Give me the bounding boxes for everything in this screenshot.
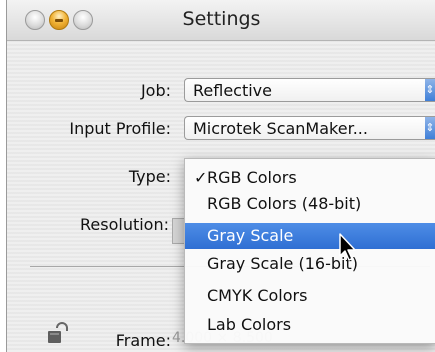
menu-item-label: Lab Colors	[207, 315, 292, 334]
menu-item-lab-colors[interactable]: Lab Colors	[185, 312, 435, 338]
menu-item-gray-scale[interactable]: Gray Scale	[185, 223, 435, 249]
menu-item-cmyk-colors[interactable]: CMYK Colors	[185, 283, 435, 309]
window-title: Settings	[182, 8, 261, 30]
input-profile-value: Microtek ScanMaker...	[193, 119, 368, 138]
job-popup[interactable]: Reflective ⇕	[184, 78, 435, 102]
menu-item-label: RGB Colors (48-bit)	[207, 194, 362, 213]
menu-item-label: RGB Colors	[207, 168, 297, 187]
lock-icon[interactable]	[46, 322, 70, 344]
resolution-label: Resolution:	[80, 215, 169, 234]
menu-item-rgb-colors-48bit[interactable]: RGB Colors (48-bit)	[185, 191, 435, 217]
menu-item-rgb-colors[interactable]: ✓ RGB Colors	[185, 165, 435, 191]
type-dropdown-menu: ✓ RGB Colors RGB Colors (48-bit) Gray Sc…	[184, 158, 435, 344]
job-label: Job:	[140, 81, 171, 100]
title-bar: Settings	[7, 0, 435, 41]
type-label: Type:	[128, 167, 171, 186]
job-value: Reflective	[193, 81, 272, 100]
checkmark-icon: ✓	[194, 168, 208, 187]
menu-item-label: CMYK Colors	[207, 286, 308, 305]
popup-arrow-icon: ⇕	[425, 117, 435, 139]
menu-item-gray-scale-16bit[interactable]: Gray Scale (16-bit)	[185, 251, 435, 277]
input-profile-popup[interactable]: Microtek ScanMaker... ⇕	[184, 116, 435, 140]
frame-label: Frame:	[115, 331, 171, 350]
menu-item-label: Gray Scale (16-bit)	[207, 254, 358, 273]
menu-item-label: Gray Scale	[207, 226, 294, 245]
popup-arrow-icon: ⇕	[425, 79, 435, 101]
input-profile-label: Input Profile:	[69, 119, 171, 138]
mouse-pointer-icon	[339, 233, 356, 261]
